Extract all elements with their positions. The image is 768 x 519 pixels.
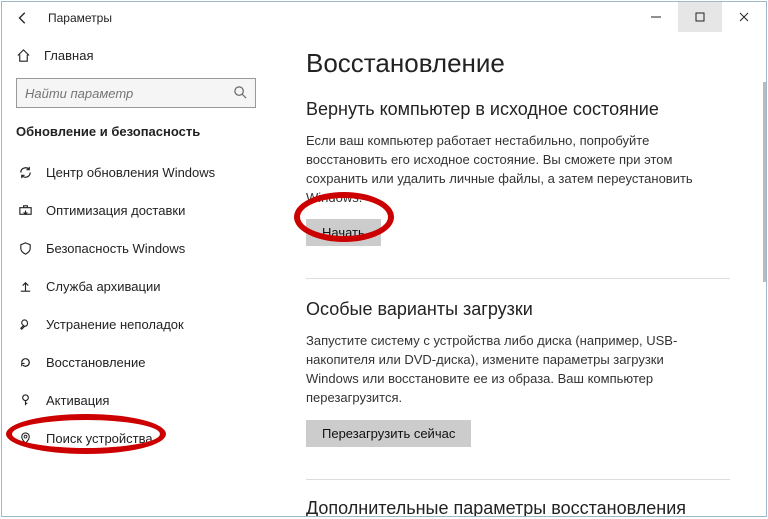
settings-window: Параметры Главная	[1, 1, 767, 517]
sidebar-item-label: Служба архивации	[46, 279, 161, 294]
sidebar: Главная Обновление и безопасность Центр …	[2, 34, 270, 516]
titlebar: Параметры	[2, 2, 766, 34]
sidebar-section-header: Обновление и безопасность	[16, 124, 256, 139]
sidebar-item-windows-security[interactable]: Безопасность Windows	[16, 229, 256, 267]
recovery-icon	[18, 355, 34, 370]
back-icon[interactable]	[16, 11, 30, 25]
sidebar-item-label: Восстановление	[46, 355, 145, 370]
location-icon	[18, 431, 34, 446]
sidebar-item-label: Активация	[46, 393, 109, 408]
search-box[interactable]	[16, 78, 256, 108]
sidebar-item-backup[interactable]: Служба архивации	[16, 267, 256, 305]
search-input[interactable]	[16, 78, 256, 108]
sidebar-item-troubleshoot[interactable]: Устранение неполадок	[16, 305, 256, 343]
content-pane: Восстановление Вернуть компьютер в исход…	[270, 34, 766, 516]
scrollbar[interactable]	[763, 82, 766, 282]
section-heading: Вернуть компьютер в исходное состояние	[306, 99, 730, 120]
home-icon	[16, 48, 32, 63]
key-icon	[18, 393, 34, 408]
minimize-button[interactable]	[634, 2, 678, 32]
sidebar-item-delivery-optimization[interactable]: Оптимизация доставки	[16, 191, 256, 229]
shield-icon	[18, 241, 34, 256]
section-heading: Дополнительные параметры восстановления	[306, 498, 730, 516]
page-title: Восстановление	[306, 48, 730, 79]
backup-icon	[18, 279, 34, 294]
section-body: Запустите систему с устройства либо диск…	[306, 332, 706, 407]
sidebar-item-label: Оптимизация доставки	[46, 203, 185, 218]
sidebar-item-home[interactable]: Главная	[16, 40, 256, 70]
sidebar-item-recovery[interactable]: Восстановление	[16, 343, 256, 381]
start-reset-button[interactable]: Начать	[306, 219, 381, 246]
sidebar-item-activation[interactable]: Активация	[16, 381, 256, 419]
sidebar-item-label: Устранение неполадок	[46, 317, 184, 332]
maximize-button[interactable]	[678, 2, 722, 32]
restart-now-button[interactable]: Перезагрузить сейчас	[306, 420, 471, 447]
search-icon	[233, 85, 248, 103]
sidebar-item-label: Безопасность Windows	[46, 241, 185, 256]
sidebar-item-windows-update[interactable]: Центр обновления Windows	[16, 153, 256, 191]
delivery-icon	[18, 203, 34, 218]
sidebar-item-label: Поиск устройства	[46, 431, 153, 446]
wrench-icon	[18, 317, 34, 332]
section-heading: Особые варианты загрузки	[306, 299, 730, 320]
section-body: Если ваш компьютер работает нестабильно,…	[306, 132, 706, 207]
section-more-recovery: Дополнительные параметры восстановления …	[306, 479, 730, 516]
sidebar-home-label: Главная	[44, 48, 93, 63]
sync-icon	[18, 165, 34, 180]
sidebar-item-find-my-device[interactable]: Поиск устройства	[16, 419, 256, 457]
section-advanced-startup: Особые варианты загрузки Запустите систе…	[306, 278, 730, 456]
sidebar-item-label: Центр обновления Windows	[46, 165, 215, 180]
section-reset-pc: Вернуть компьютер в исходное состояние Е…	[306, 99, 730, 256]
close-button[interactable]	[722, 2, 766, 32]
window-title: Параметры	[48, 11, 112, 25]
window-controls	[634, 2, 766, 32]
